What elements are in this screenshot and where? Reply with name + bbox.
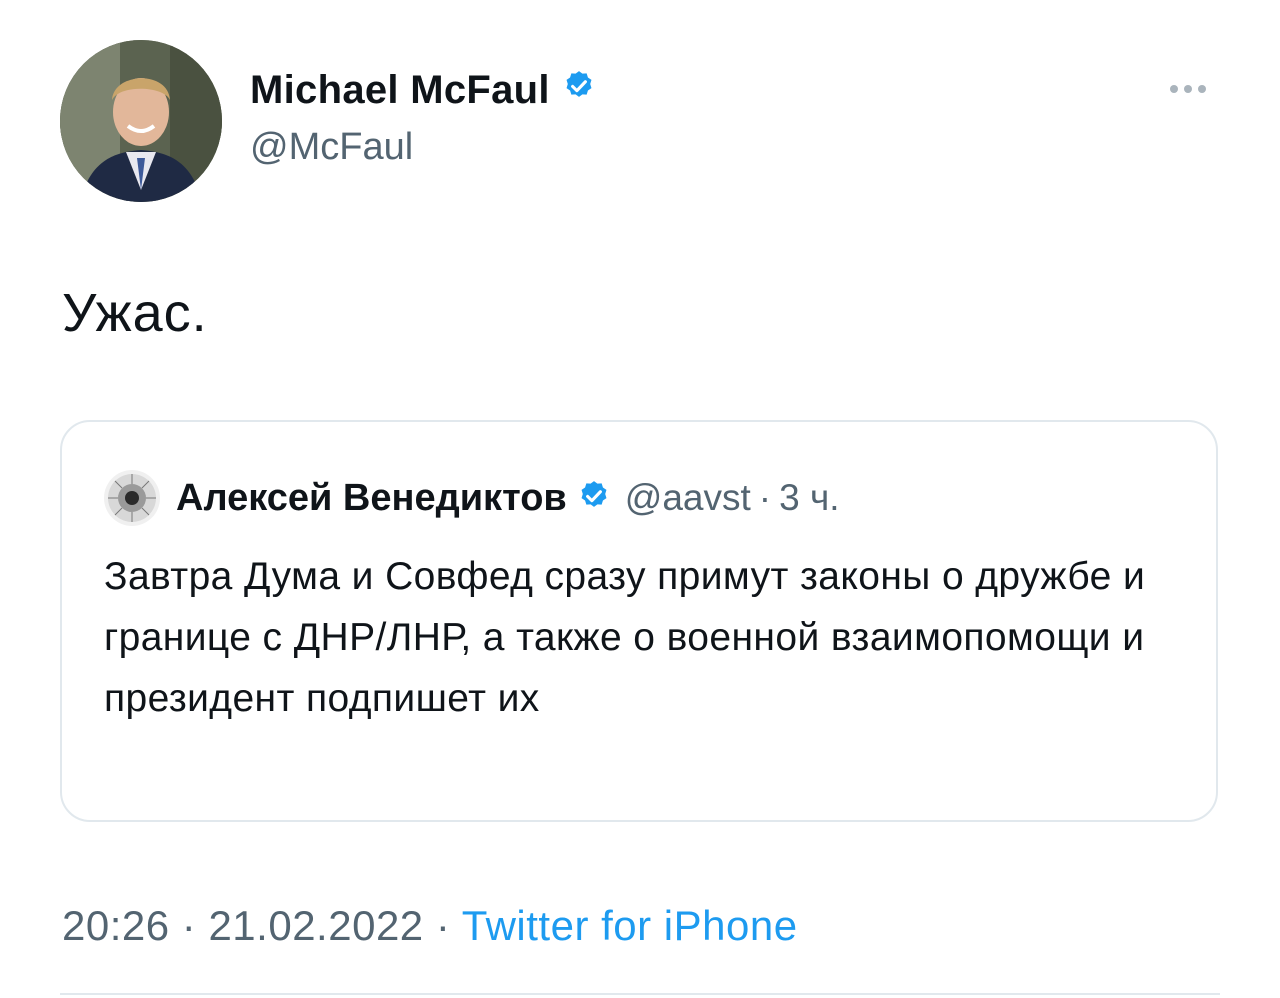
verified-badge-icon (577, 479, 611, 518)
tweet-source-link[interactable]: Twitter for iPhone (462, 902, 798, 949)
quoted-tweet-text: Завтра Дума и Совфед сразу примут законы… (104, 555, 1146, 720)
meta-separator: · (181, 902, 197, 949)
tweet-meta: 20:26 · 21.02.2022 · Twitter for iPhone (62, 902, 798, 950)
quoted-tweet-card[interactable]: Алексей Венедиктов @aavst · 3 ч. Завтра … (60, 420, 1218, 822)
quoted-author-handle[interactable]: @aavst (625, 477, 751, 519)
author-handle[interactable]: @McFaul (250, 126, 413, 169)
quoted-author-name[interactable]: Алексей Венедиктов (176, 477, 567, 520)
verified-badge-icon (562, 68, 596, 113)
tweet-date: 21.02.2022 (208, 902, 424, 949)
quoted-author-avatar (104, 470, 160, 526)
author-name[interactable]: Michael McFaul (250, 68, 596, 113)
author-name-text: Michael McFaul (250, 68, 550, 112)
more-options-icon[interactable] (1170, 80, 1216, 98)
meta-separator: · (435, 902, 451, 949)
divider (60, 993, 1220, 995)
quoted-tweet-time: 3 ч. (779, 477, 840, 518)
quoted-tweet-header: Алексей Венедиктов @aavst · 3 ч. (104, 470, 840, 526)
tweet-time: 20:26 (62, 902, 170, 949)
author-avatar[interactable] (60, 40, 222, 202)
quoted-separator: · (758, 477, 772, 518)
tweet-text: Ужас. (62, 283, 208, 343)
